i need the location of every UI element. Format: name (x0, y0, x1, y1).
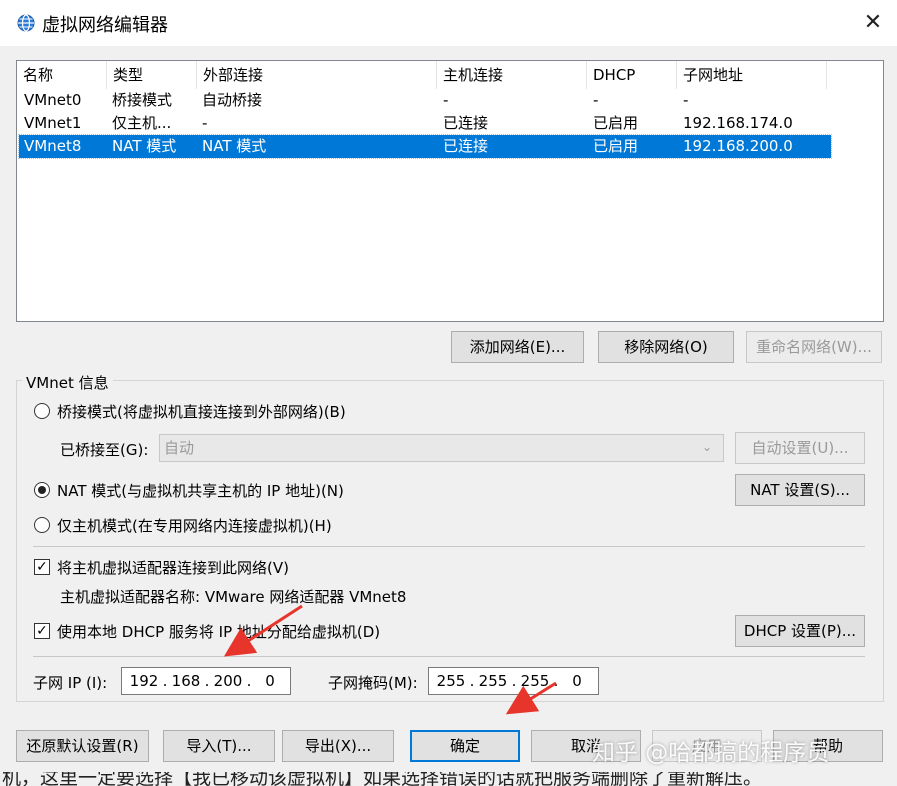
annotation-arrows (223, 604, 557, 715)
watermark-text: 知乎 @哈都搞的程序员 (592, 740, 830, 766)
bottom-article-text-strip: 机，这里一定要选择【我已移动该虚拟机】如果选择错误的话就把服务端删除了重新解压。 (0, 772, 897, 786)
annotation-arrow (223, 604, 303, 657)
annotation-arrow (505, 681, 557, 715)
bottom-article-text: 机，这里一定要选择【我已移动该虚拟机】如果选择错误的话就把服务端删除了重新解压。 (2, 772, 763, 786)
